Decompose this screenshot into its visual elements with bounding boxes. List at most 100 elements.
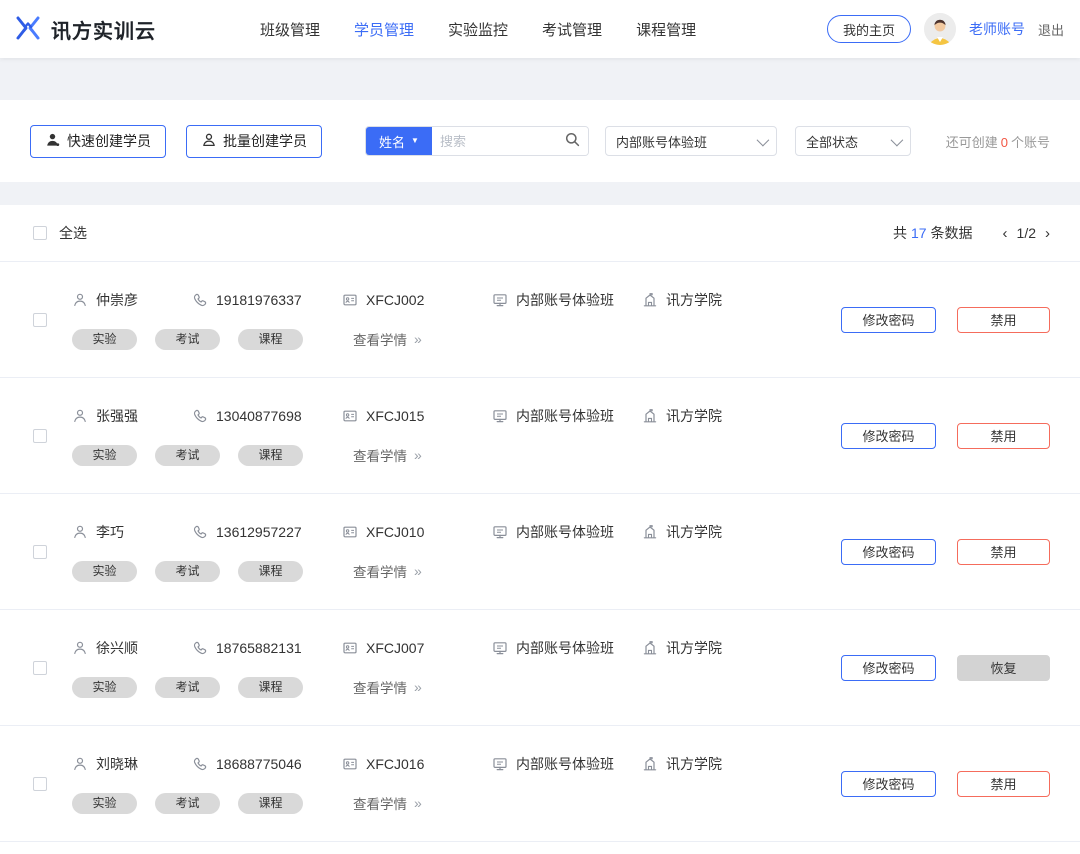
logout-link[interactable]: 退出 <box>1038 20 1064 39</box>
quota-suffix: 个账号 <box>1011 135 1050 150</box>
student-account: XFCJ015 <box>366 408 424 424</box>
tag-course[interactable]: 课程 <box>238 677 303 698</box>
row-checkbox[interactable] <box>33 429 47 443</box>
school-icon <box>642 756 658 772</box>
disable-button[interactable]: 禁用 <box>957 307 1050 333</box>
view-learning-link[interactable]: 查看学情 » <box>353 329 422 349</box>
toolbar: 快速创建学员 批量创建学员 姓名 ▼ 内部账号体验班 <box>0 100 1080 182</box>
table-row: 李巧 13612957227 <box>0 494 1080 610</box>
tag-course[interactable]: 课程 <box>238 561 303 582</box>
tag-course[interactable]: 课程 <box>238 793 303 814</box>
search-input[interactable] <box>432 127 556 155</box>
disable-button[interactable]: 禁用 <box>957 771 1050 797</box>
my-homepage-button[interactable]: 我的主页 <box>827 15 911 43</box>
disable-button[interactable]: 禁用 <box>957 539 1050 565</box>
nav-exam-management[interactable]: 考试管理 <box>542 19 602 40</box>
student-account: XFCJ010 <box>366 524 424 540</box>
user-filled-icon <box>45 132 61 151</box>
change-password-button[interactable]: 修改密码 <box>841 423 936 449</box>
school-icon <box>642 408 658 424</box>
row-actions: 修改密码 禁用 <box>841 539 1050 565</box>
select-all-label: 全选 <box>59 223 87 243</box>
change-password-button[interactable]: 修改密码 <box>841 539 936 565</box>
app-logo: 讯方实训云 <box>14 13 156 46</box>
row-checkbox[interactable] <box>33 313 47 327</box>
chevron-down-icon <box>891 133 904 146</box>
status-filter-value: 全部状态 <box>806 132 858 151</box>
quota-prefix: 还可创建 <box>946 135 998 150</box>
user-avatar[interactable] <box>924 13 956 45</box>
tag-experiment[interactable]: 实验 <box>72 445 137 466</box>
monitor-icon <box>492 756 508 772</box>
student-name: 徐兴顺 <box>96 638 138 658</box>
school-icon <box>642 292 658 308</box>
student-college: 讯方学院 <box>666 754 722 774</box>
view-learning-link[interactable]: 查看学情 » <box>353 561 422 581</box>
double-arrow-icon: » <box>414 563 422 579</box>
student-college: 讯方学院 <box>666 638 722 658</box>
prev-page-button[interactable]: ‹ <box>1003 226 1008 241</box>
quick-create-student-button[interactable]: 快速创建学员 <box>30 125 166 158</box>
page-indicator: 1/2 <box>1017 225 1036 241</box>
tag-exam[interactable]: 考试 <box>155 793 220 814</box>
student-name: 刘晓琳 <box>96 754 138 774</box>
tag-course[interactable]: 课程 <box>238 329 303 350</box>
user-icon <box>72 640 88 656</box>
row-main: 刘晓琳 18688775046 <box>72 754 841 814</box>
tag-experiment[interactable]: 实验 <box>72 329 137 350</box>
tag-exam[interactable]: 考试 <box>155 561 220 582</box>
monitor-icon <box>492 524 508 540</box>
search-field-select[interactable]: 姓名 ▼ <box>366 127 432 155</box>
total-count: 共17条数据 <box>893 223 973 243</box>
row-actions: 修改密码 禁用 <box>841 771 1050 797</box>
disable-button[interactable]: 禁用 <box>957 423 1050 449</box>
phone-icon <box>192 640 208 656</box>
pagination: ‹ 1/2 › <box>1003 225 1050 241</box>
restore-button[interactable]: 恢复 <box>957 655 1050 681</box>
tag-experiment[interactable]: 实验 <box>72 677 137 698</box>
header-right: 我的主页 老师账号 退出 <box>827 13 1064 45</box>
tag-experiment[interactable]: 实验 <box>72 793 137 814</box>
table-row: 徐兴顺 18765882131 <box>0 610 1080 726</box>
batch-create-student-button[interactable]: 批量创建学员 <box>186 125 322 158</box>
account-name[interactable]: 老师账号 <box>969 19 1025 39</box>
change-password-button[interactable]: 修改密码 <box>841 307 936 333</box>
total-suffix: 条数据 <box>931 225 973 241</box>
student-phone: 18688775046 <box>216 756 302 772</box>
row-checkbox[interactable] <box>33 777 47 791</box>
view-learning-link[interactable]: 查看学情 » <box>353 445 422 465</box>
tag-exam[interactable]: 考试 <box>155 329 220 350</box>
tag-exam[interactable]: 考试 <box>155 445 220 466</box>
student-class: 内部账号体验班 <box>516 754 614 774</box>
nav-experiment-monitor[interactable]: 实验监控 <box>448 19 508 40</box>
tag-experiment[interactable]: 实验 <box>72 561 137 582</box>
view-learning-link[interactable]: 查看学情 » <box>353 793 422 813</box>
search-icon <box>564 131 581 151</box>
chevron-down-icon <box>757 133 770 146</box>
student-name: 李巧 <box>96 522 124 542</box>
row-main: 徐兴顺 18765882131 <box>72 638 841 698</box>
class-filter-select[interactable]: 内部账号体验班 <box>605 126 777 156</box>
row-checkbox[interactable] <box>33 661 47 675</box>
account-quota: 还可创建0个账号 <box>946 132 1050 151</box>
status-filter-select[interactable]: 全部状态 <box>795 126 911 156</box>
phone-icon <box>192 408 208 424</box>
nav-class-management[interactable]: 班级管理 <box>260 19 320 40</box>
next-page-button[interactable]: › <box>1045 226 1050 241</box>
row-main: 李巧 13612957227 <box>72 522 841 582</box>
id-card-icon <box>342 640 358 656</box>
search-button[interactable] <box>556 127 588 155</box>
row-actions: 修改密码 恢复 <box>841 655 1050 681</box>
row-checkbox[interactable] <box>33 545 47 559</box>
student-account: XFCJ007 <box>366 640 424 656</box>
view-learning-link[interactable]: 查看学情 » <box>353 677 422 697</box>
tag-exam[interactable]: 考试 <box>155 677 220 698</box>
change-password-button[interactable]: 修改密码 <box>841 655 936 681</box>
select-all-checkbox[interactable] <box>33 226 47 240</box>
nav-course-management[interactable]: 课程管理 <box>636 19 696 40</box>
tag-course[interactable]: 课程 <box>238 445 303 466</box>
nav-student-management[interactable]: 学员管理 <box>354 19 414 40</box>
change-password-button[interactable]: 修改密码 <box>841 771 936 797</box>
student-phone: 13612957227 <box>216 524 302 540</box>
monitor-icon <box>492 292 508 308</box>
